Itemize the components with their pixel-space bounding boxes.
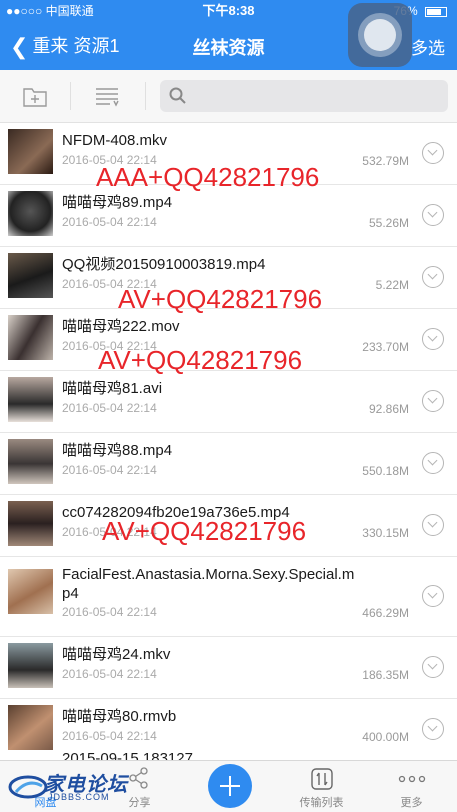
video-thumbnail <box>8 129 53 174</box>
video-thumbnail <box>8 191 53 236</box>
file-size: 186.35M <box>362 668 409 682</box>
file-size: 233.70M <box>362 340 409 354</box>
list-item[interactable]: 喵喵母鸡81.avi 2016-05-04 22:14 92.86M <box>0 371 457 433</box>
file-name: NFDM-408.mkv <box>62 132 168 149</box>
assistive-core-icon <box>364 19 396 51</box>
file-size: 532.79M <box>362 154 409 168</box>
file-name: 喵喵母鸡24.mkv <box>62 646 171 663</box>
overlay-text: AV+QQ42821796 <box>118 284 323 314</box>
overlay-text: AV+QQ42821796 <box>98 345 303 375</box>
search-icon <box>169 87 186 104</box>
search-input[interactable] <box>160 80 448 112</box>
chevron-down-icon[interactable] <box>422 718 444 740</box>
overlay-text: AV+QQ42821796 <box>102 516 307 546</box>
tab-label: 传输列表 <box>299 797 344 809</box>
chevron-down-icon[interactable] <box>422 142 444 164</box>
file-list: NFDM-408.mkv 2016-05-04 22:14 532.79M 喵喵… <box>0 123 457 761</box>
file-size: 550.18M <box>362 464 409 478</box>
battery-fill <box>427 8 441 15</box>
battery-icon <box>425 6 447 17</box>
tab-more[interactable]: 更多 <box>366 761 457 812</box>
file-name: 喵喵母鸡222.mov <box>62 318 180 335</box>
toolbar <box>0 70 457 123</box>
watermark-sub-text: JDBBS.COM <box>48 792 110 802</box>
sort-list-icon[interactable] <box>94 83 120 109</box>
file-size: 92.86M <box>368 402 409 416</box>
plus-icon[interactable] <box>208 764 252 808</box>
file-date: 2016-05-04 22:14 <box>62 401 157 415</box>
chevron-down-icon[interactable] <box>422 328 444 350</box>
chevron-down-icon[interactable] <box>422 514 444 536</box>
video-thumbnail <box>8 253 53 298</box>
video-thumbnail <box>8 569 53 614</box>
video-thumbnail <box>8 705 53 750</box>
file-name: 喵喵母鸡89.mp4 <box>62 194 173 211</box>
file-size: 5.22M <box>375 278 409 292</box>
file-date: 2016-05-04 22:14 <box>62 667 157 681</box>
file-name: FacialFest.Anastasia.Morna.Sexy.Special.… <box>62 566 355 602</box>
video-thumbnail <box>8 315 53 360</box>
file-name: 喵喵母鸡88.mp4 <box>62 442 173 459</box>
file-size: 466.29M <box>362 606 409 620</box>
list-item[interactable]: 喵喵母鸡24.mkv 2016-05-04 22:14 186.35M <box>0 637 457 699</box>
transfer-icon <box>311 768 333 790</box>
file-date: 2016-05-04 22:14 <box>62 215 157 229</box>
assistive-touch-button[interactable] <box>348 3 412 67</box>
multi-select-button[interactable]: 多选 <box>411 34 445 59</box>
toolbar-divider <box>145 82 146 110</box>
file-name: 喵喵母鸡80.rmvb <box>62 708 177 725</box>
more-icon <box>398 775 426 783</box>
forum-watermark-logo: 家电论坛 JDBBS.COM <box>8 766 143 808</box>
chevron-down-icon[interactable] <box>422 266 444 288</box>
chevron-down-icon[interactable] <box>422 390 444 412</box>
new-folder-icon[interactable] <box>22 83 48 109</box>
chevron-down-icon[interactable] <box>422 585 444 607</box>
tab-label: 更多 <box>400 797 423 809</box>
overlay-text: AAA+QQ42821796 <box>96 162 320 192</box>
file-name: 喵喵母鸡81.avi <box>62 380 163 397</box>
tab-transfer[interactable]: 传输列表 <box>276 761 367 812</box>
chevron-down-icon[interactable] <box>422 204 444 226</box>
list-item[interactable]: 喵喵母鸡88.mp4 2016-05-04 22:14 550.18M <box>0 433 457 495</box>
video-thumbnail <box>8 643 53 688</box>
file-size: 400.00M <box>362 730 409 744</box>
chevron-down-icon[interactable] <box>422 452 444 474</box>
file-size: 330.15M <box>362 526 409 540</box>
toolbar-divider <box>70 82 71 110</box>
video-thumbnail <box>8 439 53 484</box>
chevron-down-icon[interactable] <box>422 656 444 678</box>
file-name: QQ视频20150910003819.mp4 <box>62 256 266 273</box>
video-thumbnail <box>8 377 53 422</box>
file-size: 55.26M <box>368 216 409 230</box>
file-date: 2016-05-04 22:14 <box>62 729 157 743</box>
list-item[interactable]: FacialFest.Anastasia.Morna.Sexy.Special.… <box>0 557 457 637</box>
file-date: 2016-05-04 22:14 <box>62 463 157 477</box>
file-date: 2016-05-04 22:14 <box>62 605 157 619</box>
list-item[interactable]: 喵喵母鸡89.mp4 2016-05-04 22:14 55.26M <box>0 185 457 247</box>
watermark-swirl-icon <box>8 775 48 799</box>
video-thumbnail <box>8 501 53 546</box>
